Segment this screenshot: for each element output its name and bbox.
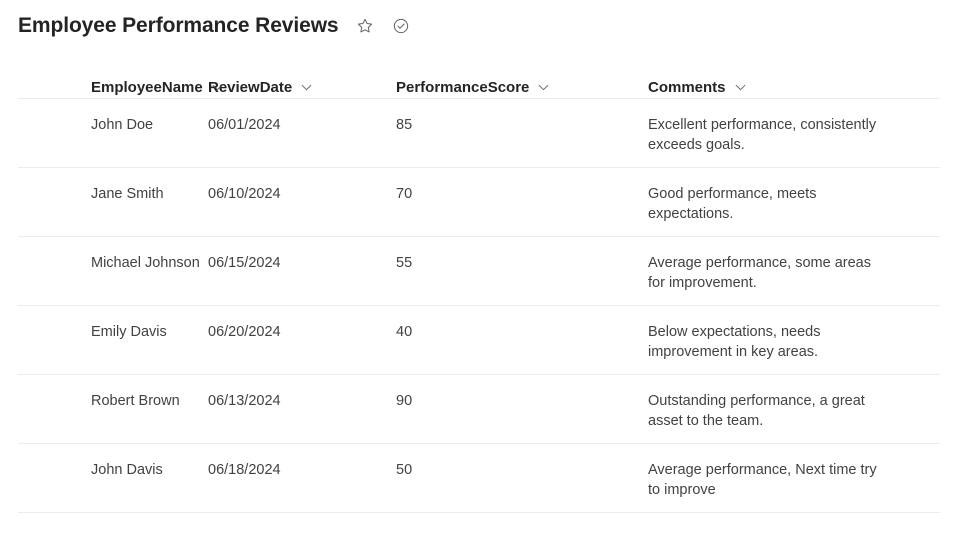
cell-employee-name: Michael Johnson — [91, 255, 200, 271]
table-row[interactable]: Jane Smith 06/10/2024 70 Good performanc… — [0, 168, 956, 236]
cell-comments: Excellent performance, consistently exce… — [648, 117, 877, 153]
cell-review-date: 06/20/2024 — [208, 324, 281, 340]
chevron-down-icon[interactable] — [538, 84, 549, 91]
cell-employee-name: John Doe — [91, 117, 154, 133]
cell-performance-score: 85 — [396, 117, 413, 133]
cell-comments: Outstanding performance, a great asset t… — [648, 393, 865, 429]
cell-comments: Good performance, meets expectations. — [648, 186, 817, 222]
cell-performance-score: 40 — [396, 324, 413, 340]
cell-employee-name: Emily Davis — [91, 324, 167, 340]
cell-employee-name: Robert Brown — [91, 393, 180, 409]
cell-review-date: 06/13/2024 — [208, 393, 281, 409]
cell-comments: Average performance, Next time try to im… — [648, 462, 877, 498]
row-divider — [18, 512, 940, 513]
table-header-row: EmployeeName ReviewDate PerformanceScore — [0, 56, 956, 98]
chevron-down-icon[interactable] — [212, 84, 223, 91]
cell-performance-score: 50 — [396, 462, 413, 478]
table-row[interactable]: John Davis 06/18/2024 50 Average perform… — [0, 444, 956, 512]
cell-comments: Below expectations, needs improvement in… — [648, 324, 821, 360]
column-header-comments[interactable]: Comments — [648, 79, 884, 98]
cell-review-date: 06/18/2024 — [208, 462, 281, 478]
page-title: Employee Performance Reviews — [18, 13, 339, 37]
table-row[interactable]: John Doe 06/01/2024 85 Excellent perform… — [0, 99, 956, 167]
cell-performance-score: 70 — [396, 186, 413, 202]
page-header: Employee Performance Reviews — [0, 0, 956, 37]
cell-performance-score: 90 — [396, 393, 413, 409]
column-header-label: PerformanceScore — [396, 79, 530, 96]
cell-review-date: 06/15/2024 — [208, 255, 281, 271]
cell-review-date: 06/01/2024 — [208, 117, 281, 133]
cell-performance-score: 55 — [396, 255, 413, 271]
table-row[interactable]: Robert Brown 06/13/2024 90 Outstanding p… — [0, 375, 956, 443]
table-row[interactable]: Emily Davis 06/20/2024 40 Below expectat… — [0, 306, 956, 374]
favorite-star-icon[interactable] — [355, 16, 375, 36]
reviews-table: EmployeeName ReviewDate PerformanceScore — [0, 56, 956, 513]
column-header-label: EmployeeName — [91, 79, 203, 96]
cell-employee-name: Jane Smith — [91, 186, 164, 202]
chevron-down-icon[interactable] — [735, 84, 746, 91]
column-header-label: Comments — [648, 79, 726, 96]
cell-comments: Average performance, some areas for impr… — [648, 255, 871, 291]
column-header-performance-score[interactable]: PerformanceScore — [396, 79, 648, 98]
published-check-circle-icon[interactable] — [391, 16, 411, 36]
cell-review-date: 06/10/2024 — [208, 186, 281, 202]
column-header-review-date[interactable]: ReviewDate — [208, 79, 396, 98]
cell-employee-name: John Davis — [91, 462, 163, 478]
chevron-down-icon[interactable] — [301, 84, 312, 91]
table-row[interactable]: Michael Johnson 06/15/2024 55 Average pe… — [0, 237, 956, 305]
column-header-employee-name[interactable]: EmployeeName — [18, 79, 223, 98]
